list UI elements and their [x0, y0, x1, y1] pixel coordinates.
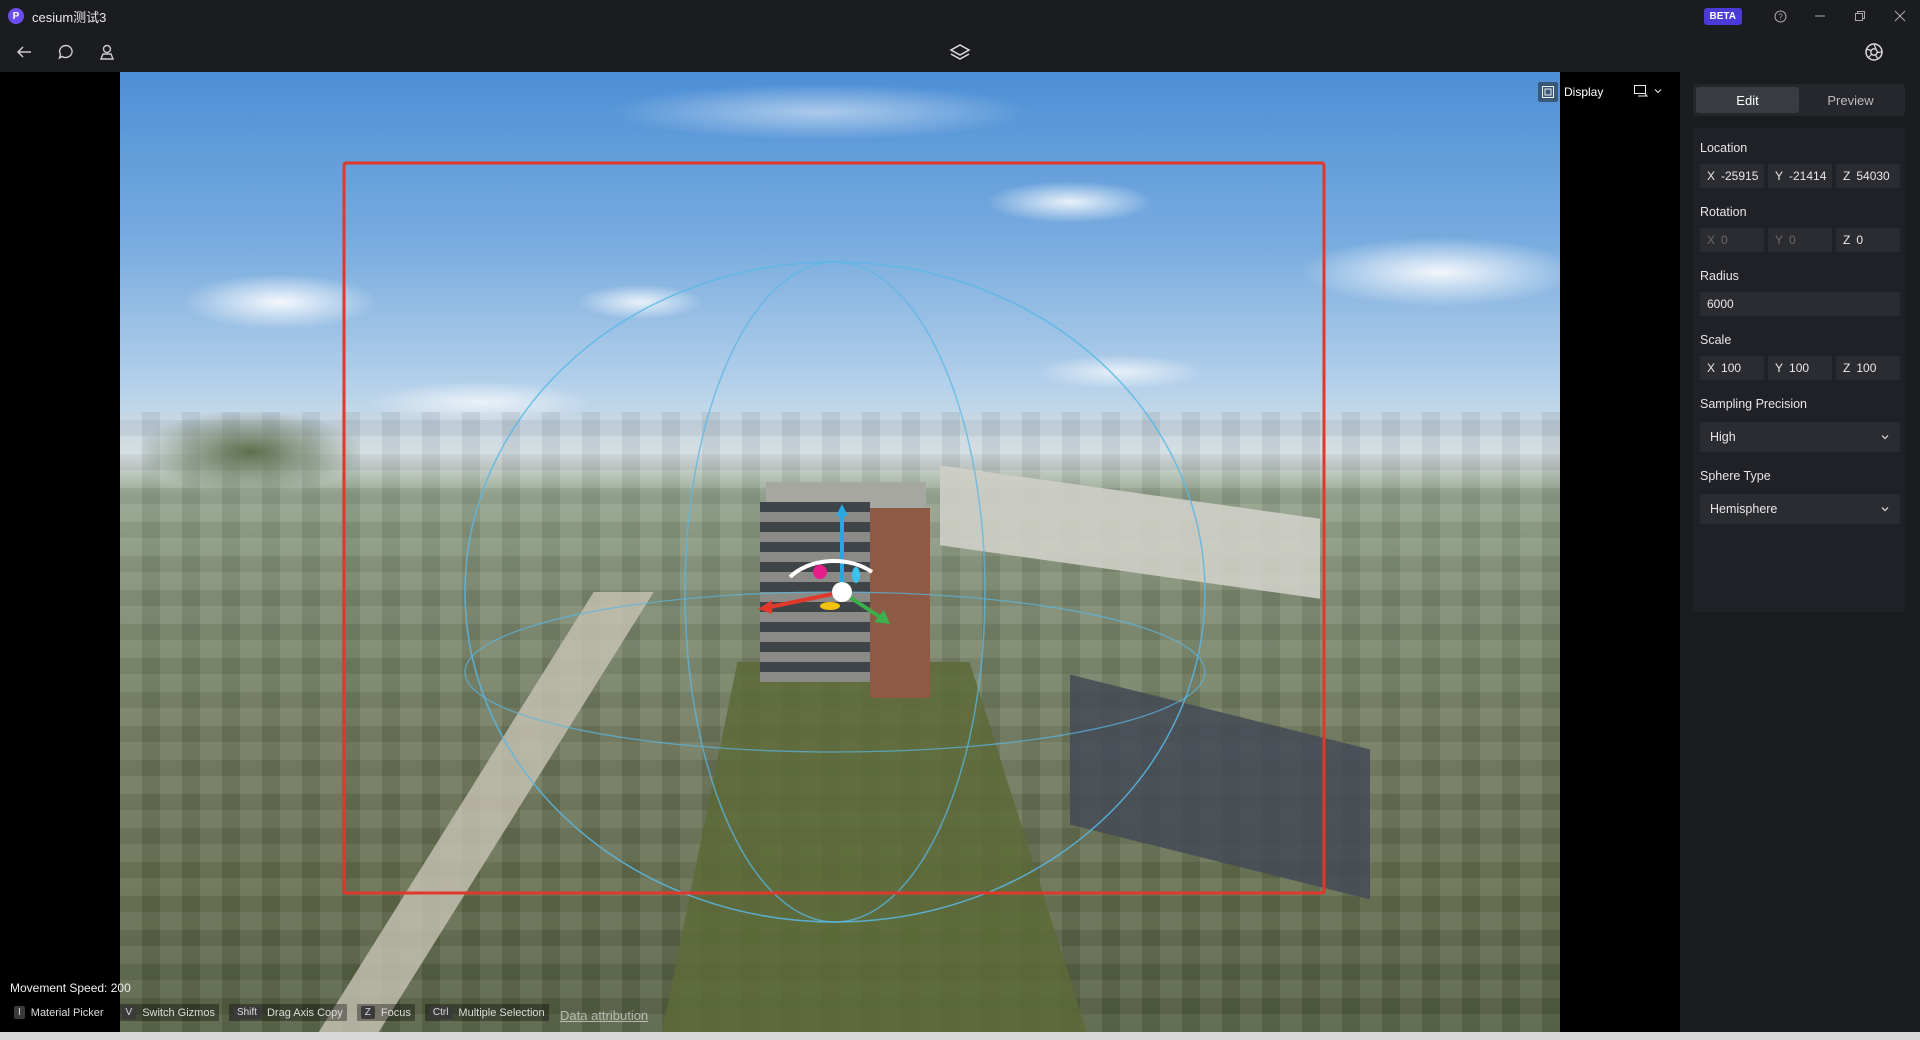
aperture-icon[interactable] [1862, 40, 1886, 64]
window-title: cesium测试3 [32, 9, 107, 25]
selection-box [342, 161, 1326, 895]
beta-badge: BETA [1703, 7, 1742, 25]
help-icon[interactable]: ? [1760, 0, 1800, 32]
data-attribution-link[interactable]: Data attribution [560, 1008, 648, 1023]
shortcut-hint: Shift Drag Axis Copy [228, 1004, 347, 1021]
layers-icon[interactable] [948, 40, 972, 64]
location-x-input[interactable]: X -25915 [1700, 164, 1764, 188]
radius-fields: 6000 [1700, 292, 1900, 316]
toolbar [0, 32, 1920, 72]
display-label: Display [1564, 85, 1604, 99]
shortcut-hint: Ctrl Multiple Selection [424, 1004, 549, 1021]
scene-overlay [342, 161, 1326, 923]
properties-panel: Edit Preview Location X -25915 Y -21414 Z5… [1680, 72, 1920, 1032]
sphere-type-select[interactable]: Hemisphere [1700, 494, 1900, 524]
app-logo: P [8, 8, 24, 24]
minimize-icon[interactable] [1800, 0, 1840, 32]
restore-icon[interactable] [1840, 0, 1880, 32]
scale-fields: X 100 Y 100 Z 100 [1700, 356, 1900, 380]
scale-y-input[interactable]: Y 100 [1768, 356, 1832, 380]
chevron-down-icon [1881, 507, 1889, 512]
sphere-type-value: Hemisphere [1710, 502, 1778, 516]
svg-text:?: ? [1778, 12, 1783, 21]
radius-label: Radius [1700, 269, 1739, 283]
shortcut-hints: I Material Picker V Switch Gizmos Shift Dra… [10, 1004, 549, 1021]
rotation-x-input: X0 [1700, 228, 1764, 252]
chevron-down-icon [1881, 435, 1889, 440]
display-button[interactable]: Display [1538, 82, 1603, 102]
sphere-type-label: Sphere Type [1700, 469, 1771, 483]
tab-preview[interactable]: Preview [1799, 87, 1902, 113]
location-fields: X -25915 Y -21414 Z 54030 [1700, 164, 1900, 188]
sphere-equator [464, 591, 1206, 753]
shortcut-hint: V Switch Gizmos [117, 1004, 219, 1021]
close-icon[interactable] [1880, 0, 1920, 32]
rotation-label: Rotation [1700, 205, 1747, 219]
title-bar: P cesium测试3 BETA ? [0, 0, 1920, 32]
panel-tabs: Edit Preview [1693, 84, 1905, 116]
radius-input[interactable]: 6000 [1700, 292, 1900, 316]
location-label: Location [1700, 141, 1748, 155]
camera-switch-icon [1634, 85, 1649, 97]
sampling-precision-label: Sampling Precision [1700, 397, 1807, 411]
panel-body: Location X -25915 Y -21414 Z 54030 Rotation… [1693, 128, 1905, 612]
sampling-precision-value: High [1710, 430, 1736, 444]
shortcut-hint: Z Focus [356, 1004, 415, 1021]
rotation-fields: X0 Y0 Z0 [1700, 228, 1900, 252]
scale-label: Scale [1700, 333, 1732, 347]
transform-gizmo [758, 504, 890, 624]
rotation-z-input[interactable]: Z0 [1836, 228, 1900, 252]
location-z-input[interactable]: Z 54030 [1836, 164, 1900, 188]
user-pin-icon[interactable] [95, 40, 119, 64]
location-y-input[interactable]: Y -21414 [1768, 164, 1832, 188]
status-strip [0, 1032, 1920, 1040]
movement-speed: Movement Speed: 200 [10, 981, 131, 995]
camera-mode-button[interactable] [1633, 84, 1663, 98]
shortcut-hint: I Material Picker [10, 1004, 108, 1021]
scale-z-input[interactable]: Z 100 [1836, 356, 1900, 380]
scale-x-input[interactable]: X 100 [1700, 356, 1764, 380]
chevron-down-icon [1654, 89, 1662, 94]
display-icon [1538, 82, 1558, 102]
comment-icon[interactable] [54, 40, 78, 64]
tab-edit[interactable]: Edit [1696, 87, 1799, 113]
back-arrow-icon[interactable] [12, 40, 36, 64]
sampling-precision-select[interactable]: High [1700, 422, 1900, 452]
rotation-y-input: Y0 [1768, 228, 1832, 252]
scene-viewport[interactable] [120, 72, 1560, 1032]
